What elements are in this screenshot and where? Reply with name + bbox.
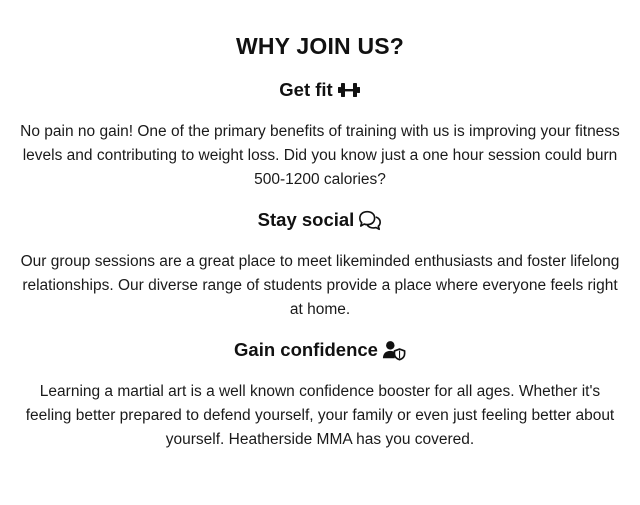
dumbbell-icon (337, 79, 361, 101)
benefit-text: Learning a martial art is a well known c… (25, 383, 615, 448)
benefit-heading-label: Gain confidence (234, 339, 378, 360)
chat-bubbles-icon (358, 209, 382, 231)
benefit-text: Our group sessions are a great place to … (20, 253, 620, 318)
benefit-heading-label: Stay social (257, 209, 355, 230)
user-shield-icon (382, 339, 406, 361)
benefit-gain-confidence: Gain confidence Learning a martial art i… (0, 338, 640, 452)
section-title: WHY JOIN US? (235, 33, 405, 59)
benefit-heading: Get fit (0, 78, 640, 102)
benefit-text: No pain no gain! One of the primary bene… (20, 123, 620, 188)
why-join-us-section: WHY JOIN US? Get fit No pain no gain! On… (0, 0, 640, 452)
benefit-heading: Gain confidence (0, 338, 640, 362)
benefit-get-fit: Get fit No pain no gain! One of the prim… (0, 78, 640, 192)
benefit-stay-social: Stay social Our group sessions are a gre… (0, 208, 640, 322)
benefit-heading: Stay social (0, 208, 640, 232)
benefit-heading-label: Get fit (279, 79, 333, 100)
